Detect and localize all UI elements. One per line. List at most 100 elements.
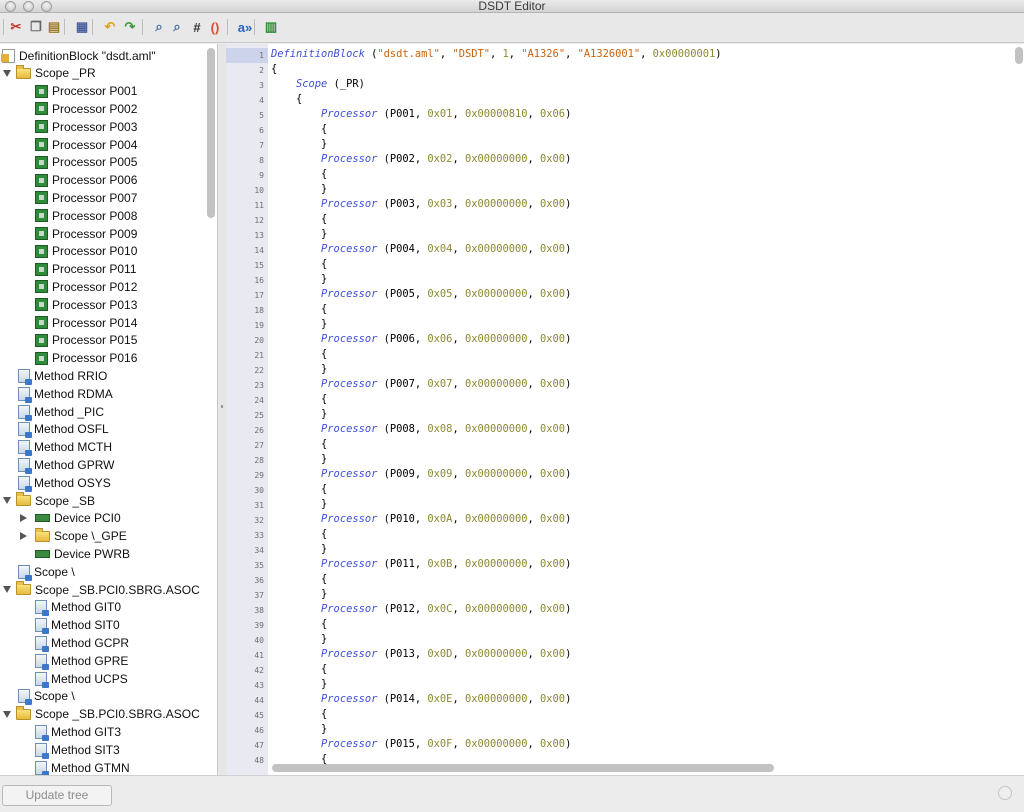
code-line[interactable]: } bbox=[271, 183, 327, 195]
code-line[interactable]: Processor (P008, 0x08, 0x00000000, 0x00) bbox=[271, 423, 571, 435]
tree-item[interactable]: Processor P003 bbox=[35, 118, 137, 135]
tree-item[interactable]: Scope \ bbox=[18, 688, 75, 706]
tree-item[interactable]: Method MCTH bbox=[18, 439, 112, 457]
tree-item[interactable]: Processor P008 bbox=[35, 207, 137, 224]
code-line[interactable]: Processor (P001, 0x01, 0x00000810, 0x06) bbox=[271, 108, 571, 120]
code-line[interactable]: { bbox=[271, 483, 327, 495]
tree-item[interactable]: Processor P012 bbox=[35, 278, 137, 295]
compile-icon[interactable]: ▦ bbox=[73, 18, 91, 36]
editor-vertical-scrollbar[interactable] bbox=[1015, 47, 1023, 64]
tree-item[interactable]: Processor P016 bbox=[35, 350, 137, 367]
code-line[interactable]: } bbox=[271, 228, 327, 240]
tree-item[interactable]: Processor P014 bbox=[35, 314, 137, 331]
tree-item[interactable]: Processor P001 bbox=[35, 83, 137, 100]
find-icon[interactable]: ⌕ bbox=[150, 18, 168, 36]
code-line[interactable]: { bbox=[271, 438, 327, 450]
redo-icon[interactable]: ↷ bbox=[121, 18, 139, 36]
code-line[interactable]: } bbox=[271, 588, 327, 600]
editor-horizontal-scrollbar[interactable] bbox=[272, 764, 774, 772]
code-line[interactable]: { bbox=[271, 63, 277, 75]
tree-item[interactable]: Method RDMA bbox=[18, 385, 113, 403]
disclosure-collapsed-icon[interactable] bbox=[20, 531, 27, 540]
tree-item[interactable]: Processor P006 bbox=[35, 172, 137, 189]
tree-item[interactable]: Scope _PR bbox=[3, 64, 96, 82]
tree-item[interactable]: Processor P010 bbox=[35, 243, 137, 260]
code-line[interactable]: } bbox=[271, 723, 327, 735]
disclosure-expanded-icon[interactable] bbox=[3, 69, 11, 77]
undo-icon[interactable]: ↶ bbox=[101, 18, 119, 36]
update-tree-button[interactable]: Update tree bbox=[2, 785, 112, 806]
copy-icon[interactable]: ❐ bbox=[27, 18, 45, 36]
patch-icon[interactable]: ▥ bbox=[262, 18, 280, 36]
cut-icon[interactable]: ✂ bbox=[7, 18, 25, 36]
code-line[interactable]: Processor (P013, 0x0D, 0x00000000, 0x00) bbox=[271, 648, 571, 660]
code-line[interactable]: Scope (_PR) bbox=[271, 78, 365, 90]
code-line[interactable]: } bbox=[271, 543, 327, 555]
replace-text-icon[interactable]: a» bbox=[236, 18, 254, 36]
disclosure-expanded-icon[interactable] bbox=[3, 710, 11, 718]
code-line[interactable]: } bbox=[271, 498, 327, 510]
code-line[interactable]: { bbox=[271, 663, 327, 675]
tree-item[interactable]: Processor P007 bbox=[35, 189, 137, 206]
code-line[interactable]: { bbox=[271, 573, 327, 585]
tree-item[interactable]: Method GIT3 bbox=[35, 723, 121, 741]
tree-item[interactable]: Processor P009 bbox=[35, 225, 137, 242]
tree-item[interactable]: Method _PIC bbox=[18, 403, 104, 421]
code-line[interactable]: Processor (P010, 0x0A, 0x00000000, 0x00) bbox=[271, 513, 571, 525]
code-line[interactable]: { bbox=[271, 708, 327, 720]
tree-item[interactable]: Method GIT0 bbox=[35, 599, 121, 617]
code-line[interactable]: { bbox=[271, 168, 327, 180]
code-line[interactable]: Processor (P015, 0x0F, 0x00000000, 0x00) bbox=[271, 738, 571, 750]
code-line[interactable]: { bbox=[271, 213, 327, 225]
tree-item[interactable]: Device PWRB bbox=[35, 545, 130, 562]
tree-item[interactable]: Scope _SB bbox=[3, 492, 95, 509]
tree-item[interactable]: Method OSFL bbox=[18, 421, 109, 439]
code-line[interactable]: } bbox=[271, 138, 327, 150]
brackets-icon[interactable]: () bbox=[206, 18, 224, 36]
tree-item[interactable]: Method SIT3 bbox=[35, 741, 120, 759]
code-line[interactable]: { bbox=[271, 303, 327, 315]
disclosure-collapsed-icon[interactable] bbox=[20, 513, 27, 522]
tree-item[interactable]: Processor P002 bbox=[35, 100, 137, 117]
tree-item[interactable]: Scope _SB.PCI0.SBRG.ASOC bbox=[3, 581, 200, 598]
code-line[interactable]: } bbox=[271, 318, 327, 330]
code-line[interactable]: { bbox=[271, 393, 327, 405]
code-line[interactable]: Processor (P004, 0x04, 0x00000000, 0x00) bbox=[271, 243, 571, 255]
code-editor[interactable]: 1 DefinitionBlock ("dsdt.aml", "DSDT", 1,… bbox=[226, 44, 1024, 775]
code-line[interactable]: { bbox=[271, 348, 327, 360]
code-line[interactable]: Processor (P005, 0x05, 0x00000000, 0x00) bbox=[271, 288, 571, 300]
paste-icon[interactable]: ▤ bbox=[45, 18, 63, 36]
code-line[interactable]: Processor (P011, 0x0B, 0x00000000, 0x00) bbox=[271, 558, 571, 570]
tree-item[interactable]: Processor P013 bbox=[35, 296, 137, 313]
tree-item[interactable]: Scope \_GPE bbox=[20, 527, 127, 545]
code-line[interactable]: Processor (P009, 0x09, 0x00000000, 0x00) bbox=[271, 468, 571, 480]
tree-item[interactable]: Scope \ bbox=[18, 563, 75, 581]
tree-item[interactable]: Method OSYS bbox=[18, 474, 111, 492]
code-line[interactable]: { bbox=[271, 528, 327, 540]
tree-scrollbar[interactable] bbox=[207, 48, 215, 218]
code-line[interactable]: } bbox=[271, 678, 327, 690]
code-line[interactable]: { bbox=[271, 93, 302, 105]
tree-item[interactable]: Processor P015 bbox=[35, 332, 137, 349]
code-line[interactable]: } bbox=[271, 273, 327, 285]
tree-item[interactable]: Device PCI0 bbox=[20, 510, 121, 527]
code-line[interactable]: } bbox=[271, 363, 327, 375]
code-line[interactable]: Processor (P002, 0x02, 0x00000000, 0x00) bbox=[271, 153, 571, 165]
tree-item[interactable]: Method GPRW bbox=[18, 456, 114, 474]
code-line[interactable]: } bbox=[271, 633, 327, 645]
code-line[interactable]: Processor (P012, 0x0C, 0x00000000, 0x00) bbox=[271, 603, 571, 615]
code-line[interactable]: { bbox=[271, 618, 327, 630]
code-line[interactable]: Processor (P003, 0x03, 0x00000000, 0x00) bbox=[271, 198, 571, 210]
tree-item[interactable]: Method GTMN bbox=[35, 759, 130, 775]
tree-item[interactable]: Processor P004 bbox=[35, 136, 137, 153]
tree-item[interactable]: Method GCPR bbox=[35, 634, 129, 652]
disclosure-expanded-icon[interactable] bbox=[3, 586, 11, 593]
code-line[interactable]: DefinitionBlock ("dsdt.aml", "DSDT", 1, … bbox=[271, 48, 722, 60]
tree-item[interactable]: Method GPRE bbox=[35, 652, 128, 670]
panel-splitter[interactable] bbox=[219, 44, 226, 775]
code-line[interactable]: Processor (P014, 0x0E, 0x00000000, 0x00) bbox=[271, 693, 571, 705]
hash-icon[interactable]: # bbox=[188, 18, 206, 36]
code-line[interactable]: Processor (P007, 0x07, 0x00000000, 0x00) bbox=[271, 378, 571, 390]
tree-item[interactable]: Method SIT0 bbox=[35, 617, 120, 635]
code-line[interactable]: } bbox=[271, 408, 327, 420]
